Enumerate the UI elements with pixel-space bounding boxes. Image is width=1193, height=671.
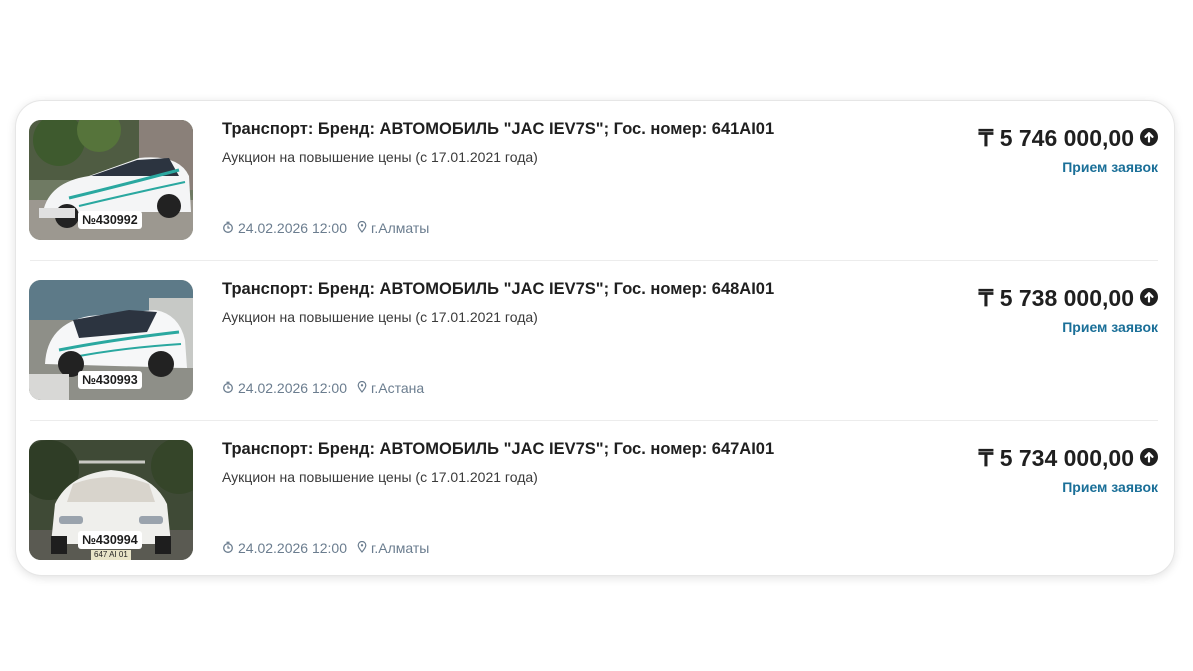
license-plate: 647 AI 01 <box>91 550 131 560</box>
price-up-icon <box>1140 125 1158 152</box>
price-value: ₸ 5 746 000,00 <box>978 125 1134 151</box>
location-pin-icon <box>357 220 367 236</box>
status-badge: Прием заявок <box>1062 319 1158 335</box>
price-value: ₸ 5 738 000,00 <box>978 285 1134 311</box>
price-up-icon <box>1140 445 1158 472</box>
auction-type: Аукцион на повышение цены (с 17.01.2021 … <box>222 469 538 485</box>
car-photo[interactable]: №430993 <box>29 280 193 400</box>
lot-number-badge: №430994 <box>78 531 142 549</box>
status-badge: Прием заявок <box>1062 479 1158 495</box>
lot-meta: 24.02.2026 12:00 г.Алматы <box>222 220 429 236</box>
status-badge: Прием заявок <box>1062 159 1158 175</box>
auction-location: г.Алматы <box>371 540 430 556</box>
auction-date: 24.02.2026 12:00 <box>238 540 347 556</box>
auction-date: 24.02.2026 12:00 <box>238 380 347 396</box>
list-item[interactable]: №430992 Транспорт: Бренд: АВТОМОБИЛЬ "JA… <box>16 101 1174 261</box>
lot-price: ₸ 5 734 000,00 <box>979 445 1158 472</box>
price-up-icon <box>1140 285 1158 312</box>
list-item[interactable]: №430993 Транспорт: Бренд: АВТОМОБИЛЬ "JA… <box>16 261 1174 421</box>
lot-title-link[interactable]: Транспорт: Бренд: АВТОМОБИЛЬ "JAC IEV7S"… <box>222 440 774 459</box>
location-pin-icon <box>357 540 367 556</box>
lot-list-card: №430992 Транспорт: Бренд: АВТОМОБИЛЬ "JA… <box>16 101 1174 575</box>
car-photo[interactable]: №430994 647 AI 01 <box>29 440 193 560</box>
lot-number-badge: №430992 <box>78 211 142 229</box>
auction-location: г.Астана <box>371 380 425 396</box>
location-pin-icon <box>357 380 367 396</box>
price-value: ₸ 5 734 000,00 <box>978 445 1134 471</box>
lot-price: ₸ 5 738 000,00 <box>979 285 1158 312</box>
auction-date: 24.02.2026 12:00 <box>238 220 347 236</box>
lot-number-badge: №430993 <box>78 371 142 389</box>
lot-price: ₸ 5 746 000,00 <box>979 125 1158 152</box>
list-item[interactable]: №430994 647 AI 01 Транспорт: Бренд: АВТО… <box>16 421 1174 581</box>
lot-title-link[interactable]: Транспорт: Бренд: АВТОМОБИЛЬ "JAC IEV7S"… <box>222 120 774 139</box>
lot-meta: 24.02.2026 12:00 г.Астана <box>222 380 424 396</box>
lot-title-link[interactable]: Транспорт: Бренд: АВТОМОБИЛЬ "JAC IEV7S"… <box>222 280 774 299</box>
clock-icon <box>222 380 234 396</box>
auction-location: г.Алматы <box>371 220 430 236</box>
auction-type: Аукцион на повышение цены (с 17.01.2021 … <box>222 309 538 325</box>
clock-icon <box>222 220 234 236</box>
car-photo[interactable]: №430992 <box>29 120 193 240</box>
auction-type: Аукцион на повышение цены (с 17.01.2021 … <box>222 149 538 165</box>
clock-icon <box>222 540 234 556</box>
lot-meta: 24.02.2026 12:00 г.Алматы <box>222 540 429 556</box>
